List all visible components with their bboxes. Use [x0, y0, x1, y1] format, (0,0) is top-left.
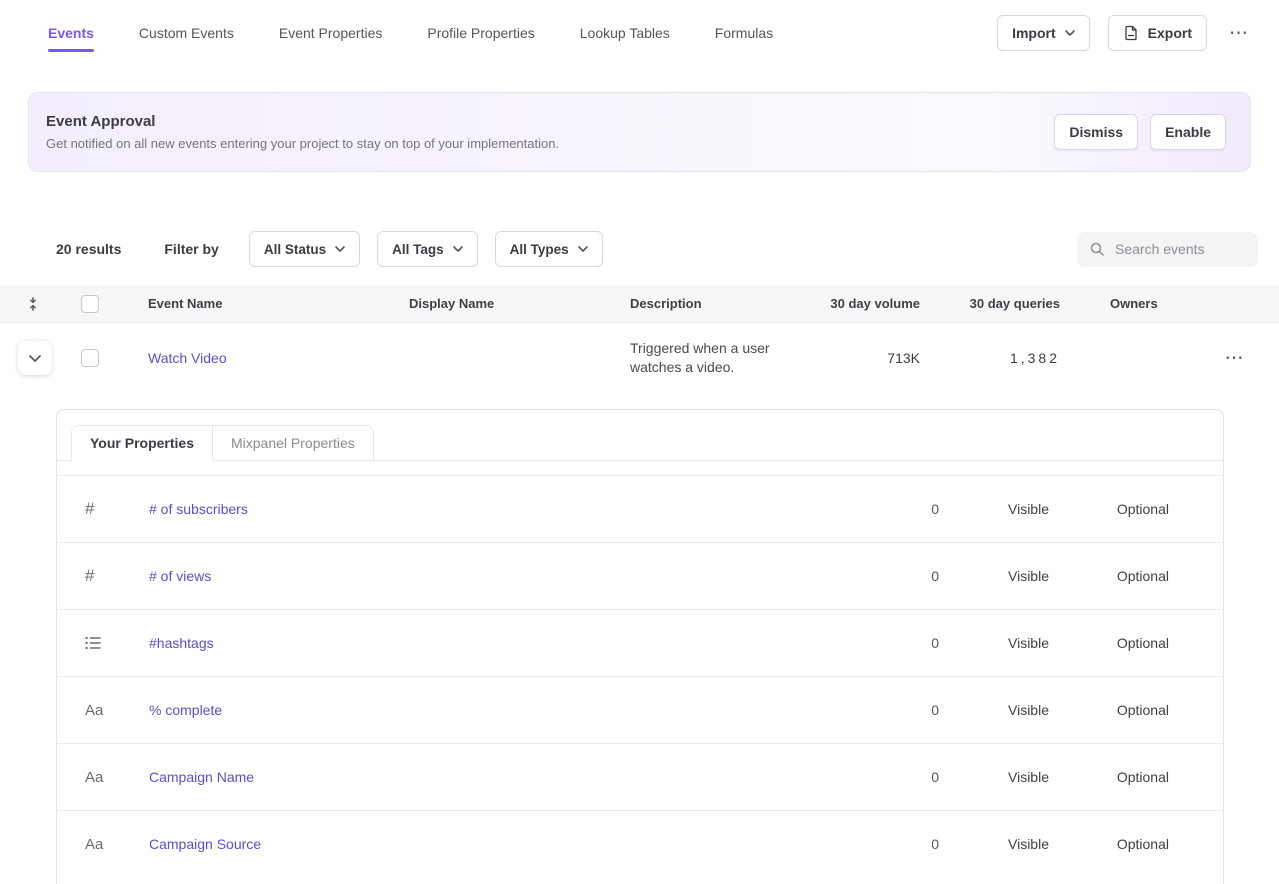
- property-name-link[interactable]: # of subscribers: [149, 501, 839, 517]
- text-type-icon: Aa: [85, 836, 149, 853]
- property-visibility: Visible: [939, 501, 1049, 517]
- column-display-name: Display Name: [409, 296, 630, 311]
- dismiss-button[interactable]: Dismiss: [1054, 114, 1138, 150]
- column-30-day-queries: 30 day queries: [920, 296, 1060, 311]
- all-types-dropdown[interactable]: All Types: [495, 231, 603, 267]
- tab-events[interactable]: Events: [48, 0, 94, 66]
- property-row: # # of views 0 Visible Optional: [57, 542, 1223, 609]
- nav-actions: Import Export ⋯: [997, 15, 1253, 51]
- tab-your-properties[interactable]: Your Properties: [71, 425, 213, 461]
- collapse-row-button[interactable]: [18, 341, 52, 375]
- property-row: Aa % complete 0 Visible Optional: [57, 676, 1223, 743]
- text-type-icon: Aa: [85, 702, 149, 719]
- number-type-icon: #: [85, 499, 149, 519]
- import-button-label: Import: [1012, 25, 1056, 41]
- row-more-options-icon[interactable]: ⋯: [1190, 345, 1279, 372]
- banner-description: Get notified on all new events entering …: [46, 136, 559, 151]
- results-count: 20 results: [56, 241, 121, 257]
- search-input[interactable]: [1115, 241, 1246, 257]
- search-icon: [1089, 241, 1105, 257]
- all-tags-dropdown[interactable]: All Tags: [377, 231, 478, 267]
- export-button-label: Export: [1148, 25, 1192, 41]
- filter-by-label: Filter by: [164, 241, 218, 257]
- select-all-checkbox[interactable]: [81, 295, 99, 313]
- chevron-down-icon: [335, 246, 345, 252]
- tab-custom-events[interactable]: Custom Events: [139, 0, 234, 66]
- import-button[interactable]: Import: [997, 15, 1090, 51]
- export-file-icon: [1123, 25, 1139, 41]
- property-count: 0: [839, 501, 939, 517]
- property-count: 0: [839, 836, 939, 852]
- banner-actions: Dismiss Enable: [1054, 114, 1226, 150]
- property-visibility: Visible: [939, 635, 1049, 651]
- property-count: 0: [839, 568, 939, 584]
- chevron-down-icon: [578, 246, 588, 252]
- tab-profile-properties[interactable]: Profile Properties: [427, 0, 534, 66]
- list-type-icon: [85, 636, 149, 650]
- text-type-icon: Aa: [85, 769, 149, 786]
- tab-event-properties[interactable]: Event Properties: [279, 0, 383, 66]
- property-name-link[interactable]: % complete: [149, 702, 839, 718]
- tab-lookup-tables[interactable]: Lookup Tables: [580, 0, 670, 66]
- filter-dropdowns: All Status All Tags All Types: [249, 231, 603, 267]
- property-requirement: Optional: [1049, 769, 1169, 785]
- event-row-watch-video: Watch Video Triggered when a user watche…: [0, 323, 1279, 393]
- event-description: Triggered when a user watches a video.: [630, 339, 821, 377]
- property-row: #hashtags 0 Visible Optional: [57, 609, 1223, 676]
- all-types-label: All Types: [510, 242, 569, 257]
- event-approval-banner: Event Approval Get notified on all new e…: [28, 92, 1251, 172]
- column-owners: Owners: [1060, 296, 1190, 311]
- properties-list: # # of subscribers 0 Visible Optional # …: [57, 461, 1223, 877]
- property-visibility: Visible: [939, 568, 1049, 584]
- property-name-link[interactable]: #hashtags: [149, 635, 839, 651]
- number-type-icon: #: [85, 566, 149, 586]
- nav-tabs: Events Custom Events Event Properties Pr…: [48, 0, 773, 66]
- tab-formulas[interactable]: Formulas: [715, 0, 773, 66]
- column-30-day-volume: 30 day volume: [821, 296, 920, 311]
- more-options-icon[interactable]: ⋯: [1225, 20, 1253, 47]
- property-count: 0: [839, 769, 939, 785]
- all-status-dropdown[interactable]: All Status: [249, 231, 360, 267]
- filter-row: 20 results Filter by All Status All Tags…: [56, 230, 1258, 268]
- event-volume: 713K: [821, 350, 920, 366]
- top-navigation: Events Custom Events Event Properties Pr…: [0, 0, 1279, 66]
- property-count: 0: [839, 702, 939, 718]
- events-table-header: Event Name Display Name Description 30 d…: [0, 285, 1279, 323]
- property-name-link[interactable]: Campaign Source: [149, 836, 839, 852]
- properties-tabs: Your Properties Mixpanel Properties: [57, 410, 1223, 461]
- enable-button[interactable]: Enable: [1150, 114, 1226, 150]
- column-description: Description: [630, 296, 821, 311]
- collapse-all-rows-icon[interactable]: [26, 297, 56, 311]
- chevron-down-icon: [29, 355, 41, 362]
- search-box[interactable]: [1077, 232, 1258, 267]
- event-queries: 1,382: [920, 350, 1060, 366]
- property-count: 0: [839, 635, 939, 651]
- property-requirement: Optional: [1049, 635, 1169, 651]
- export-button[interactable]: Export: [1108, 15, 1207, 51]
- row-checkbox[interactable]: [81, 349, 99, 367]
- property-name-link[interactable]: # of views: [149, 568, 839, 584]
- property-requirement: Optional: [1049, 702, 1169, 718]
- property-visibility: Visible: [939, 836, 1049, 852]
- chevron-down-icon: [453, 246, 463, 252]
- banner-text: Event Approval Get notified on all new e…: [46, 113, 559, 151]
- property-row: # # of subscribers 0 Visible Optional: [57, 475, 1223, 542]
- tab-mixpanel-properties[interactable]: Mixpanel Properties: [213, 425, 374, 461]
- property-requirement: Optional: [1049, 568, 1169, 584]
- property-visibility: Visible: [939, 702, 1049, 718]
- property-requirement: Optional: [1049, 836, 1169, 852]
- property-row: Aa Campaign Source 0 Visible Optional: [57, 810, 1223, 877]
- property-name-link[interactable]: Campaign Name: [149, 769, 839, 785]
- banner-title: Event Approval: [46, 113, 559, 130]
- all-status-label: All Status: [264, 242, 326, 257]
- property-visibility: Visible: [939, 769, 1049, 785]
- all-tags-label: All Tags: [392, 242, 444, 257]
- event-properties-panel: Your Properties Mixpanel Properties # # …: [56, 409, 1224, 884]
- chevron-down-icon: [1065, 30, 1075, 36]
- property-requirement: Optional: [1049, 501, 1169, 517]
- event-name-link[interactable]: Watch Video: [148, 350, 409, 366]
- property-row: Aa Campaign Name 0 Visible Optional: [57, 743, 1223, 810]
- column-event-name: Event Name: [148, 296, 409, 311]
